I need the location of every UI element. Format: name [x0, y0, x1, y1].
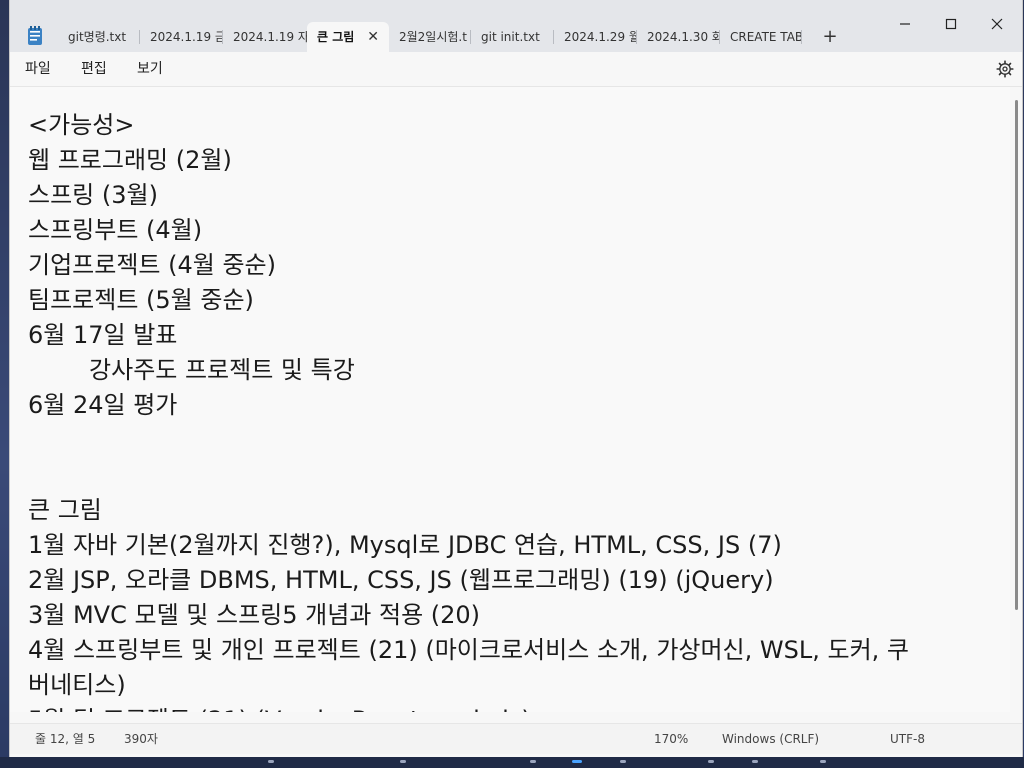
text-editor[interactable]: <가능성> 웹 프로그래밍 (2월) 스프링 (3월) 스프링부트 (4월) 기…	[10, 87, 1010, 712]
text-line: 기업프로젝트 (4월 중순)	[28, 251, 276, 279]
tab-label: 2024.1.19 자	[233, 30, 307, 44]
taskbar-indicator	[708, 760, 714, 763]
close-tab-icon[interactable]: ✕	[367, 22, 379, 52]
vertical-scrollbar[interactable]	[1015, 100, 1018, 610]
taskbar-indicator	[268, 760, 274, 763]
text-line: 5월 팀 프로젝트 (21) (Vue.js, React, node.js)	[28, 700, 531, 712]
tab-label: git명령.txt	[68, 30, 127, 44]
new-tab-button[interactable]: +	[818, 22, 842, 52]
minimize-button[interactable]	[882, 8, 928, 40]
notepad-window: git명령.txt 2024.1.19 금. 2024.1.19 자 큰 그림 …	[10, 0, 1022, 757]
tab-bar: git명령.txt 2024.1.19 금. 2024.1.19 자 큰 그림 …	[10, 0, 1022, 52]
tab-create-table[interactable]: CREATE TABI	[720, 22, 802, 52]
text-line: 1월 자바 기본(2월까지 진행?), Mysql로 JDBC 연습, HTML…	[28, 531, 782, 559]
tab-2024-1-19-ja[interactable]: 2024.1.19 자	[223, 22, 307, 52]
close-icon	[991, 18, 1003, 30]
text-line: 큰 그림	[28, 496, 102, 524]
menu-edit[interactable]: 편집	[81, 52, 107, 86]
taskbar-indicator	[530, 760, 536, 763]
tab-label: 2024.1.30 화.	[647, 30, 720, 44]
text-line: 2월 JSP, 오라클 DBMS, HTML, CSS, JS (웹프로그래밍)…	[28, 566, 774, 594]
taskbar-indicator	[400, 760, 406, 763]
text-line: 버네티스)	[28, 671, 126, 699]
maximize-button[interactable]	[928, 8, 974, 40]
character-count: 390자	[124, 732, 158, 746]
menu-view[interactable]: 보기	[137, 52, 163, 86]
tab-2024-1-19-fri[interactable]: 2024.1.19 금.	[140, 22, 223, 52]
tab-label: CREATE TABI	[730, 30, 802, 44]
line-ending[interactable]: Windows (CRLF)	[722, 724, 819, 754]
text-line: 4월 스프링부트 및 개인 프로젝트 (21) (마이크로서비스 소개, 가상머…	[28, 636, 909, 664]
text-line: 스프링부트 (4월)	[28, 216, 203, 244]
tab-big-picture[interactable]: 큰 그림 ✕	[307, 22, 389, 52]
maximize-icon	[945, 18, 957, 30]
text-line: 강사주도 프로젝트 및 특강	[28, 356, 355, 384]
tab-feb2-exam[interactable]: 2월2일시험.t	[389, 22, 471, 52]
tab-label: 큰 그림	[317, 30, 355, 44]
tab-2024-1-29-mon[interactable]: 2024.1.29 월.	[554, 22, 637, 52]
status-bar: 줄 12, 열 5 390자 170% Windows (CRLF) UTF-8	[10, 723, 1022, 754]
text-line: 웹 프로그래밍 (2월)	[28, 146, 232, 174]
taskbar-indicator	[620, 760, 626, 763]
encoding[interactable]: UTF-8	[890, 724, 925, 754]
tab-label: git init.txt	[481, 30, 540, 44]
cursor-position: 줄 12, 열 5	[35, 732, 96, 746]
text-line: 6월 24일 평가	[28, 391, 178, 419]
taskbar-active-indicator	[572, 760, 582, 763]
taskbar-indicator	[820, 760, 826, 763]
zoom-level[interactable]: 170%	[654, 724, 688, 754]
text-line: 팀프로젝트 (5월 중순)	[28, 286, 254, 314]
text-line: 3월 MVC 모델 및 스프링5 개념과 적용 (20)	[28, 601, 481, 629]
tab-label: 2024.1.29 월.	[564, 30, 637, 44]
tab-git-init[interactable]: git init.txt	[471, 22, 554, 52]
text-line: 6월 17일 발표	[28, 321, 178, 349]
settings-gear-icon[interactable]	[996, 60, 1014, 78]
close-window-button[interactable]	[974, 8, 1020, 40]
text-line: 스프링 (3월)	[28, 181, 158, 209]
taskbar	[0, 757, 1024, 768]
menu-bar: 파일 편집 보기	[10, 52, 1022, 87]
taskbar-indicator	[752, 760, 758, 763]
menu-file[interactable]: 파일	[25, 52, 51, 86]
tab-git-commands[interactable]: git명령.txt	[58, 22, 140, 52]
tab-label: 2월2일시험.t	[399, 30, 467, 44]
tab-2024-1-30-tue[interactable]: 2024.1.30 화.	[637, 22, 720, 52]
notepad-app-icon	[22, 22, 48, 50]
text-line: <가능성>	[28, 111, 135, 139]
tab-label: 2024.1.19 금.	[150, 30, 223, 44]
minimize-icon	[900, 23, 910, 25]
